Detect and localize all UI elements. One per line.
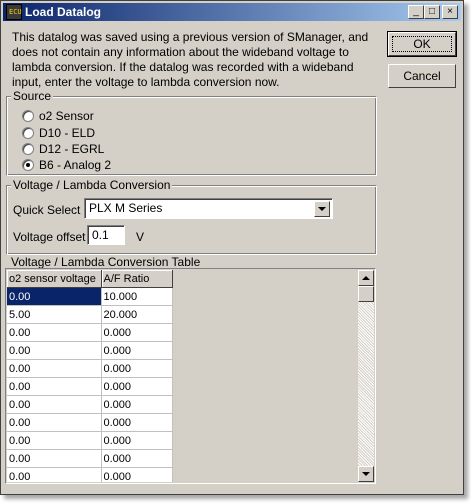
voltage-cell[interactable]: 0.00	[7, 287, 102, 306]
radio-button[interactable]	[22, 110, 34, 122]
radio-label: D10 - ELD	[39, 126, 96, 140]
load-datalog-dialog: ECU Load Datalog _ □ × This datalog was …	[0, 0, 464, 495]
af-ratio-cell[interactable]: 0.000	[101, 377, 173, 396]
voltage-offset-label: Voltage offset	[13, 230, 86, 244]
voltage-cell[interactable]: 0.00	[7, 413, 102, 432]
voltage-cell[interactable]: 0.00	[7, 395, 102, 414]
cancel-button[interactable]: Cancel	[388, 64, 456, 88]
voltage-cell[interactable]: 0.00	[7, 323, 102, 342]
arrow-glyph	[318, 207, 326, 211]
voltage-cell[interactable]: 0.00	[7, 467, 102, 482]
af-ratio-cell[interactable]: 0.000	[101, 341, 173, 360]
conversion-legend: Voltage / Lambda Conversion	[11, 178, 173, 192]
voltage-cell[interactable]: 0.00	[7, 377, 102, 396]
ok-button[interactable]: OK	[387, 31, 457, 57]
maximize-button[interactable]: □	[424, 5, 440, 19]
af-ratio-cell[interactable]: 10.000	[101, 287, 173, 306]
table-row: 5.00 20.000	[7, 305, 173, 324]
table-row: 0.00 0.000	[7, 359, 173, 378]
af-ratio-cell[interactable]: 0.000	[101, 449, 173, 468]
af-ratio-cell[interactable]: 0.000	[101, 413, 173, 432]
table-row: 0.00 0.000	[7, 431, 173, 450]
table-row: 0.00 0.000	[7, 377, 173, 396]
af-ratio-cell[interactable]: 0.000	[101, 323, 173, 342]
table-row: 0.00 0.000	[7, 323, 173, 342]
conversion-group	[6, 185, 377, 255]
scroll-up-button[interactable]	[358, 270, 374, 286]
app-icon[interactable]: ECU	[6, 4, 22, 20]
scroll-thumb[interactable]	[358, 286, 374, 302]
scroll-down-button[interactable]	[358, 466, 374, 482]
quick-select-label: Quick Select	[13, 203, 81, 217]
title-bar[interactable]: ECU Load Datalog _ □ ×	[3, 3, 461, 21]
table-row: 0.00 0.000	[7, 449, 173, 468]
chevron-down-icon[interactable]	[314, 201, 330, 217]
chevron-down-icon	[362, 472, 370, 476]
voltage-cell[interactable]: 0.00	[7, 341, 102, 360]
af-ratio-cell[interactable]: 0.000	[101, 467, 173, 482]
radio-button-selected[interactable]	[22, 159, 34, 171]
column-header-voltage[interactable]: o2 sensor voltage	[7, 270, 102, 288]
radio-dot	[26, 163, 30, 167]
source-legend: Source	[11, 89, 54, 103]
quick-select-combo[interactable]: PLX M Series	[84, 198, 333, 219]
radio-button[interactable]	[22, 143, 34, 155]
cancel-button-label: Cancel	[403, 69, 441, 83]
data-grid: o2 sensor voltage A/F Ratio 0.00 10.000 5…	[7, 270, 173, 482]
table-row: 0.00 10.000	[7, 287, 173, 306]
voltage-unit-label: V	[136, 230, 145, 244]
voltage-cell[interactable]: 5.00	[7, 305, 102, 324]
table-row: 0.00 0.000	[7, 395, 173, 414]
af-ratio-cell[interactable]: 0.000	[101, 395, 173, 414]
app-icon-text: ECU	[9, 8, 22, 16]
af-ratio-cell[interactable]: 0.000	[101, 431, 173, 450]
table-row: 0.00 0.000	[7, 413, 173, 432]
table-row: 0.00 0.000	[7, 467, 173, 482]
radio-label: o2 Sensor	[39, 109, 94, 123]
af-ratio-cell[interactable]: 20.000	[101, 305, 173, 324]
radio-label: B6 - Analog 2	[39, 158, 112, 172]
column-header-af-ratio[interactable]: A/F Ratio	[101, 270, 173, 288]
window-title: Load Datalog	[25, 5, 102, 19]
description-text: This datalog was saved using a previous …	[12, 30, 369, 89]
voltage-cell[interactable]: 0.00	[7, 449, 102, 468]
radio-label: D12 - EGRL	[39, 142, 105, 156]
radio-button[interactable]	[22, 127, 34, 139]
chevron-up-icon	[362, 276, 370, 280]
table-row: 0.00 0.000	[7, 341, 173, 360]
voltage-cell[interactable]: 0.00	[7, 431, 102, 450]
focus-rect	[392, 36, 452, 52]
af-ratio-cell[interactable]: 0.000	[101, 359, 173, 378]
table-viewport: o2 sensor voltage A/F Ratio 0.00 10.000 5…	[7, 270, 363, 482]
header-row: o2 sensor voltage A/F Ratio	[7, 270, 173, 288]
table-legend: Voltage / Lambda Conversion Table	[9, 255, 203, 269]
vertical-scrollbar[interactable]	[358, 270, 374, 482]
close-button[interactable]: ×	[442, 5, 458, 19]
quick-select-value: PLX M Series	[89, 201, 163, 215]
minimize-button[interactable]: _	[408, 5, 424, 19]
voltage-cell[interactable]: 0.00	[7, 359, 102, 378]
conversion-table: o2 sensor voltage A/F Ratio 0.00 10.000 5…	[5, 268, 376, 484]
voltage-offset-input[interactable]: 0.1	[87, 225, 125, 245]
